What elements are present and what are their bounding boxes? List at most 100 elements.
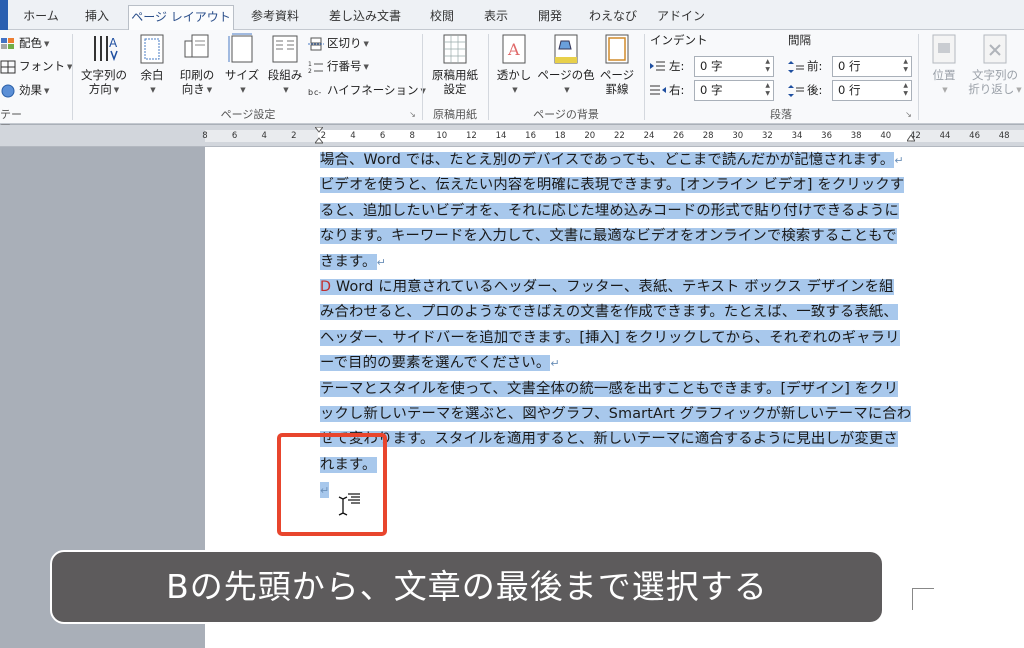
breaks-button[interactable]: 区切り ▼ xyxy=(308,33,369,53)
ribbon: 配色▼ フォント▼ 効果▼ テーマ A 文字列の 方向▼ 余白 ▼ 印刷の 向き… xyxy=(0,30,1024,135)
line-text: ーで目的の要素を選んでください。 xyxy=(320,355,551,372)
page-color-label: ページの色 xyxy=(537,68,595,82)
selected-text: 場合、Word では、たとえ別のデバイスであっても、どこまで読んだかが記憶されま… xyxy=(320,152,895,168)
theme-colors-button[interactable]: 配色 ▼ xyxy=(0,33,49,53)
indent-right-input[interactable]: 0 字 ▲ ▼ xyxy=(694,80,774,101)
page-setup-group-label: ページ設定 xyxy=(220,108,276,121)
tab-mailings[interactable]: 差し込み文書 xyxy=(318,5,412,30)
columns-label: 段組み xyxy=(267,68,303,82)
tab-page-layout[interactable]: ページ レイアウト xyxy=(128,5,234,30)
spacing-after-value: 0 行 xyxy=(838,83,861,97)
theme-group-label: テーマ xyxy=(0,108,22,135)
columns-icon xyxy=(270,33,300,65)
theme-effects-button[interactable]: 効果 ▼ xyxy=(0,80,49,100)
spin-arrows-icon[interactable]: ▲ ▼ xyxy=(765,82,770,98)
page-borders-button[interactable]: ページ 罫線 xyxy=(598,33,636,96)
selected-text: ヘッダー、サイドバーを追加できます。[挿入] をクリックしてから、それぞれのギャ… xyxy=(320,329,900,346)
text-direction-button[interactable]: A 文字列の 方向 ▼ xyxy=(78,33,130,97)
caption-banner: Bの先頭から、文章の最後まで選択する xyxy=(50,550,884,624)
ruler-number: 2 xyxy=(291,131,297,141)
hyphenation-button[interactable]: b c- ハイフネーション ▼ xyxy=(308,80,426,100)
line-text: 場合、Word では、たとえ別のデバイスであっても、どこまで読んだかが記憶されま… xyxy=(320,152,895,168)
line-text: Word に用意されているヘッダー、フッター、表紙、テキスト ボックス デザイン… xyxy=(331,279,894,295)
paragraph-launcher-icon[interactable]: ↘ xyxy=(904,110,913,119)
divider xyxy=(918,34,919,120)
tab-developer[interactable]: 開発 xyxy=(526,5,574,30)
ruler-number: 6 xyxy=(379,131,386,141)
columns-button[interactable]: 段組み ▼ xyxy=(264,33,306,97)
manuscript-settings-button[interactable]: 原稿用紙 設定 xyxy=(426,33,484,96)
right-indent-marker-icon[interactable] xyxy=(906,134,916,144)
svg-text:b: b xyxy=(308,88,313,97)
line-text: ヘッダー、サイドバーを追加できます。[挿入] をクリックしてから、それぞれのギャ… xyxy=(320,329,900,346)
tab-home[interactable]: ホーム xyxy=(14,5,68,30)
divider xyxy=(72,34,73,120)
selected-text: ックし新しいテーマを選ぶと、図やグラフ、SmartArt グラフィックが新しいテ… xyxy=(320,406,912,422)
orientation-button[interactable]: 印刷の 向き ▼ xyxy=(174,33,220,97)
position-label: 位置 xyxy=(932,68,956,82)
watermark-icon: A xyxy=(499,33,529,65)
indent-marker-icon[interactable] xyxy=(313,126,325,145)
spacing-after-label: 後: xyxy=(807,83,823,97)
spacing-after-icon xyxy=(788,84,804,98)
document-line[interactable]: なります。キーワードを入力して、文書に最適なビデオをオンラインで検索することもで xyxy=(320,223,897,249)
tab-view[interactable]: 表示 xyxy=(472,5,520,30)
document-line[interactable]: D Word に用意されているヘッダー、フッター、表紙、テキスト ボックス デザ… xyxy=(320,274,894,300)
document-line[interactable]: ビデオを使うと、伝えたい内容を明確に表現できます。[オンライン ビデオ] をクリ… xyxy=(320,172,905,198)
line-numbers-label: 行番号 xyxy=(327,59,362,73)
line-text: み合わせると、プロのようなできばえの文書を作成できます。たとえば、一致する表紙、 xyxy=(320,304,898,321)
tab-waenavi[interactable]: わえなび xyxy=(582,5,644,30)
spin-arrows-icon[interactable]: ▲ ▼ xyxy=(903,82,908,98)
line-numbers-button[interactable]: 12 行番号 ▼ xyxy=(308,56,369,76)
page-setup-launcher-icon[interactable]: ↘ xyxy=(408,110,417,119)
ruler-number: 12 xyxy=(465,131,477,141)
wrap-text-button[interactable]: 文字列の 折り返し ▼ xyxy=(966,33,1024,97)
indent-title: インデント xyxy=(650,33,708,47)
ruler-number: 38 xyxy=(850,131,862,141)
line-text: テーマとスタイルを使って、文書全体の統一感を出すこともできます。[デザイン] を… xyxy=(320,380,899,397)
spin-arrows-icon[interactable]: ▲ ▼ xyxy=(903,58,908,74)
margin-corner-mark xyxy=(912,588,934,610)
position-button[interactable]: 位置 ▼ xyxy=(922,33,966,97)
indent-right-value: 0 字 xyxy=(700,83,723,97)
tab-insert[interactable]: 挿入 xyxy=(72,5,122,30)
document-line[interactable]: せて変わります。スタイルを適用すると、新しいテーマに適合するように見出しが変更さ xyxy=(320,426,898,452)
line-text: ビデオを使うと、伝えたい内容を明確に表現できます。[オンライン ビデオ] をクリ… xyxy=(320,177,905,194)
tab-review[interactable]: 校閲 xyxy=(418,5,466,30)
line-text: きます。 xyxy=(320,253,377,270)
hyphenation-icon: b c- xyxy=(308,84,324,98)
watermark-button[interactable]: A 透かし ▼ xyxy=(494,33,534,97)
tab-addins[interactable]: アドイン xyxy=(650,5,712,30)
document-line[interactable]: テーマとスタイルを使って、文書全体の統一感を出すこともできます。[デザイン] を… xyxy=(320,376,899,402)
line-numbers-icon: 12 xyxy=(308,60,324,75)
tab-references[interactable]: 参考資料 xyxy=(240,5,310,30)
size-button[interactable]: サイズ ▼ xyxy=(222,33,262,97)
spin-arrows-icon[interactable]: ▲ ▼ xyxy=(765,58,770,74)
document-line[interactable]: ヘッダー、サイドバーを追加できます。[挿入] をクリックしてから、それぞれのギャ… xyxy=(320,325,900,351)
document-line[interactable]: み合わせると、プロのようなできばえの文書を作成できます。たとえば、一致する表紙、 xyxy=(320,299,898,325)
click-type-align-icon xyxy=(347,492,361,504)
document-line[interactable]: ーで目的の要素を選んでください。↵ xyxy=(320,350,560,376)
spacing-after-input[interactable]: 0 行 ▲ ▼ xyxy=(832,80,912,101)
page-color-button[interactable]: ページの色 ▼ xyxy=(536,33,596,97)
document-line[interactable]: 場合、Word では、たとえ別のデバイスであっても、どこまで読んだかが記憶されま… xyxy=(320,147,904,173)
orientation-icon xyxy=(182,33,212,65)
indent-left-input[interactable]: 0 字 ▲ ▼ xyxy=(694,56,774,77)
margins-button[interactable]: 余白 ▼ xyxy=(134,33,170,97)
ruler-number: 10 xyxy=(436,131,448,141)
spacing-before-input[interactable]: 0 行 ▲ ▼ xyxy=(832,56,912,77)
indent-left-icon xyxy=(650,60,666,74)
document-line[interactable]: きます。↵ xyxy=(320,249,386,275)
divider xyxy=(644,34,645,120)
theme-effects-icon xyxy=(0,84,16,98)
document-line[interactable]: ックし新しいテーマを選ぶと、図やグラフ、SmartArt グラフィックが新しいテ… xyxy=(320,401,912,427)
file-tab[interactable] xyxy=(0,0,8,30)
horizontal-ruler[interactable]: 8 6 4 2 2 4 6 8 10 12 14 16 18 20 22 24 26 28 30 32 34 36 38 40… xyxy=(0,125,1024,147)
ruler-number: 48 xyxy=(998,131,1010,141)
document-line[interactable]: ると、追加したいビデオを、それに応じた埋め込みコードの形式で貼り付けできるように xyxy=(320,198,900,224)
theme-fonts-button[interactable]: フォント ▼ xyxy=(0,56,72,76)
theme-colors-label: 配色 xyxy=(19,36,42,50)
wrap-text-label-2: 折り返し xyxy=(968,82,1015,96)
manuscript-label-2: 設定 xyxy=(443,82,467,96)
breaks-icon xyxy=(308,37,324,51)
